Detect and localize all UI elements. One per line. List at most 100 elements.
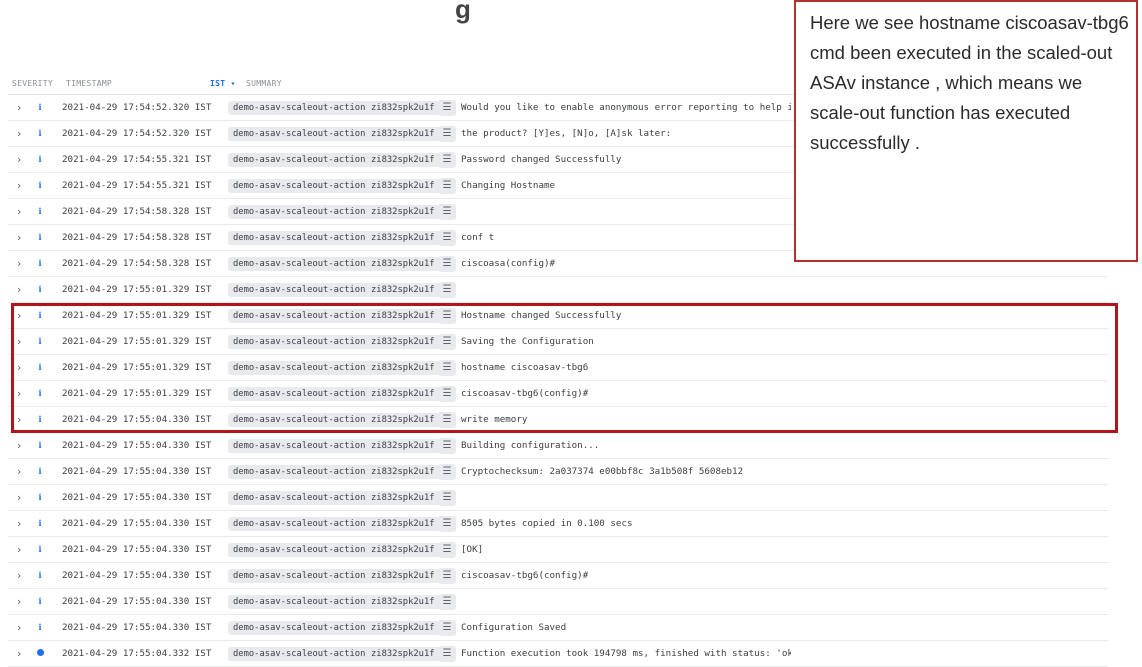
info-icon: i [38,570,42,580]
chevron-right-icon[interactable]: › [8,179,26,192]
heading-fragment: g [455,0,471,24]
function-name-chip[interactable]: demo-asav-scaleout-action [228,126,371,141]
function-name-chip[interactable]: demo-asav-scaleout-action [228,542,371,557]
log-row[interactable]: › i 2021-04-29 17:55:04.330 IST demo-asav-s… [8,563,1108,589]
execution-id-chip[interactable]: zi832spk2u1f [366,152,440,167]
log-timestamp: 2021-04-29 17:54:55.321 IST [62,180,212,191]
log-message: ciscoasav-tbg6(config)# [461,570,589,581]
execution-id-chip[interactable]: zi832spk2u1f [366,126,440,141]
annotation-text: Here we see hostname ciscoasav-tbg6 cmd … [810,12,1129,153]
chevron-right-icon[interactable]: › [8,621,26,634]
log-row[interactable]: › 2021-04-29 17:55:04.332 IST demo-asav-sc… [8,641,1108,667]
log-timestamp: 2021-04-29 17:55:04.330 IST [62,596,212,607]
severity-column-header[interactable]: SEVERITY [8,79,58,88]
function-name-chip[interactable]: demo-asav-scaleout-action [228,464,371,479]
function-name-chip[interactable]: demo-asav-scaleout-action [228,438,371,453]
chevron-right-icon[interactable]: › [8,153,26,166]
log-row[interactable]: › i 2021-04-29 17:55:04.330 IST demo-asav-s… [8,433,1108,459]
log-lines-icon[interactable]: ☰ [438,541,456,558]
log-lines-icon[interactable]: ☰ [438,593,456,610]
execution-id-chip[interactable]: zi832spk2u1f [366,568,440,583]
chevron-right-icon[interactable]: › [8,101,26,114]
debug-dot-icon [36,649,44,656]
function-name-chip[interactable]: demo-asav-scaleout-action [228,594,371,609]
log-row[interactable]: › i 2021-04-29 17:55:04.330 IST demo-asav-s… [8,485,1108,511]
chevron-right-icon[interactable]: › [8,205,26,218]
chevron-right-icon[interactable]: › [8,465,26,478]
timezone-dropdown[interactable]: IST ▾ [210,79,240,88]
log-row[interactable]: › i 2021-04-29 17:55:04.330 IST demo-asav-s… [8,511,1108,537]
function-name-chip[interactable]: demo-asav-scaleout-action [228,490,371,505]
execution-id-chip[interactable]: zi832spk2u1f [366,620,440,635]
function-name-chip[interactable]: demo-asav-scaleout-action [228,256,371,271]
log-lines-icon[interactable]: ☰ [438,567,456,584]
log-lines-icon[interactable]: ☰ [438,463,456,480]
log-lines-icon[interactable]: ☰ [438,489,456,506]
log-lines-icon[interactable]: ☰ [438,177,456,194]
chevron-right-icon[interactable]: › [8,231,26,244]
log-timestamp: 2021-04-29 17:54:58.328 IST [62,258,212,269]
function-name-chip[interactable]: demo-asav-scaleout-action [228,100,371,115]
function-name-chip[interactable]: demo-asav-scaleout-action [228,516,371,531]
log-row[interactable]: › i 2021-04-29 17:55:04.330 IST demo-asav-s… [8,459,1108,485]
log-lines-icon[interactable]: ☰ [438,99,456,116]
log-timestamp: 2021-04-29 17:54:55.321 IST [62,154,212,165]
execution-id-chip[interactable]: zi832spk2u1f [366,204,440,219]
log-lines-icon[interactable]: ☰ [438,125,456,142]
log-lines-icon[interactable]: ☰ [438,619,456,636]
chevron-right-icon[interactable]: › [8,439,26,452]
log-row[interactable]: › i 2021-04-29 17:55:04.330 IST demo-asav-s… [8,589,1108,615]
execution-id-chip[interactable]: zi832spk2u1f [366,594,440,609]
log-timestamp: 2021-04-29 17:55:04.330 IST [62,466,212,477]
chevron-right-icon[interactable]: › [8,595,26,608]
execution-id-chip[interactable]: zi832spk2u1f [366,464,440,479]
info-icon: i [38,180,42,190]
execution-id-chip[interactable]: zi832spk2u1f [366,438,440,453]
chevron-right-icon[interactable]: › [8,569,26,582]
function-name-chip[interactable]: demo-asav-scaleout-action [228,152,371,167]
function-name-chip[interactable]: demo-asav-scaleout-action [228,178,371,193]
chevron-right-icon[interactable]: › [8,491,26,504]
log-lines-icon[interactable]: ☰ [438,255,456,272]
log-message: Password changed Successfully [461,154,622,165]
log-lines-icon[interactable]: ☰ [438,203,456,220]
summary-column-header[interactable]: SUMMARY [240,79,282,88]
log-lines-icon[interactable]: ☰ [438,281,456,298]
execution-id-chip[interactable]: zi832spk2u1f [366,256,440,271]
execution-id-chip[interactable]: zi832spk2u1f [366,178,440,193]
function-name-chip[interactable]: demo-asav-scaleout-action [228,620,371,635]
log-timestamp: 2021-04-29 17:54:58.328 IST [62,232,212,243]
log-timestamp: 2021-04-29 17:55:04.330 IST [62,440,212,451]
log-timestamp: 2021-04-29 17:54:58.328 IST [62,206,212,217]
info-icon: i [38,596,42,606]
log-lines-icon[interactable]: ☰ [438,151,456,168]
chevron-right-icon[interactable]: › [8,257,26,270]
info-icon: i [38,128,42,138]
log-row[interactable]: › i 2021-04-29 17:55:04.330 IST demo-asav-s… [8,537,1108,563]
log-row[interactable]: › i 2021-04-29 17:55:04.330 IST demo-asav-s… [8,615,1108,641]
log-lines-icon[interactable]: ☰ [438,515,456,532]
function-name-chip[interactable]: demo-asav-scaleout-action [228,204,371,219]
info-icon: i [38,232,42,242]
log-message: ciscoasa(config)# [461,258,556,269]
info-icon: i [38,492,42,502]
chevron-right-icon[interactable]: › [8,283,26,296]
chevron-right-icon[interactable]: › [8,543,26,556]
chevron-right-icon[interactable]: › [8,517,26,530]
info-icon: i [38,102,42,112]
log-lines-icon[interactable]: ☰ [438,437,456,454]
log-lines-icon[interactable]: ☰ [438,229,456,246]
function-name-chip[interactable]: demo-asav-scaleout-action [228,230,371,245]
execution-id-chip[interactable]: zi832spk2u1f [366,490,440,505]
function-name-chip[interactable]: demo-asav-scaleout-action [228,568,371,583]
function-name-chip[interactable]: demo-asav-scaleout-action [228,282,371,297]
execution-id-chip[interactable]: zi832spk2u1f [366,516,440,531]
execution-id-chip[interactable]: zi832spk2u1f [366,542,440,557]
execution-id-chip[interactable]: zi832spk2u1f [366,100,440,115]
execution-id-chip[interactable]: zi832spk2u1f [366,230,440,245]
log-row[interactable]: › i 2021-04-29 17:55:01.329 IST demo-asav-s… [8,277,1108,303]
chevron-right-icon[interactable]: › [8,127,26,140]
log-message: Building configuration... [461,440,600,451]
timestamp-column-header[interactable]: TIMESTAMP [58,79,210,88]
execution-id-chip[interactable]: zi832spk2u1f [366,282,440,297]
